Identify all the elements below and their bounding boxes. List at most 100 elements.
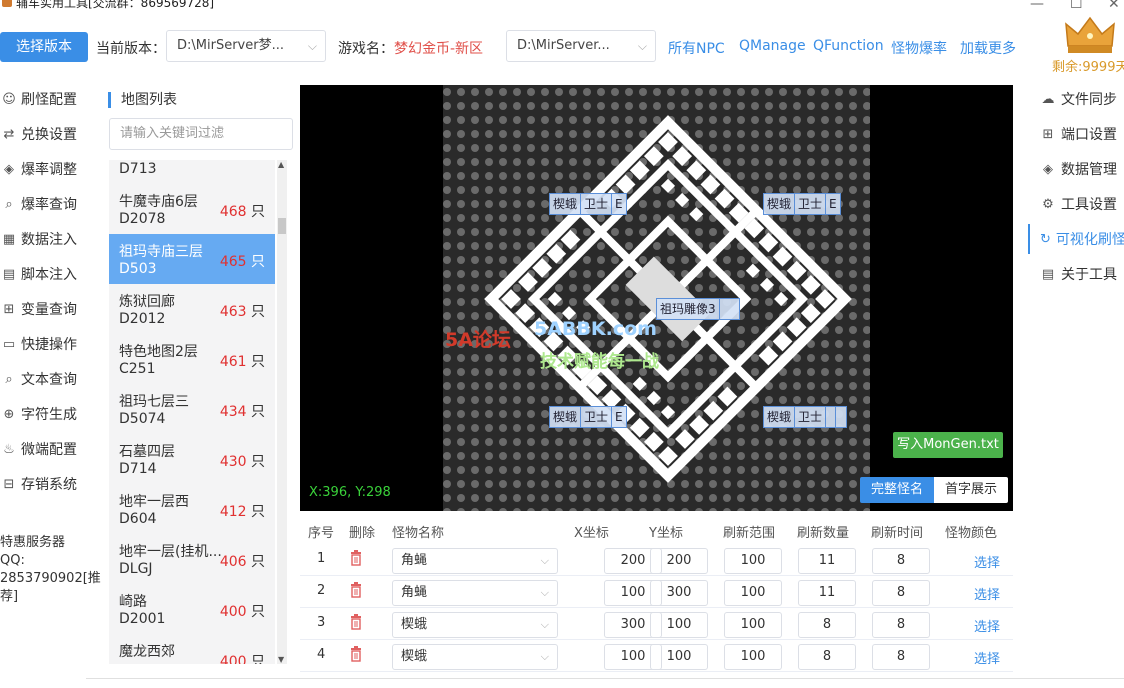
qty-input[interactable]: 11	[798, 580, 856, 606]
map-list-item[interactable]: 祖玛寺庙三层 D503 465 只	[109, 234, 275, 284]
map-list-item[interactable]: 祖玛七层三 D5074 434 只	[109, 384, 275, 434]
mode-first-char-button[interactable]: 首字展示	[934, 477, 1009, 503]
sidebar-item[interactable]: ▤ 脚本注入	[0, 259, 86, 289]
y-input[interactable]: 100	[650, 612, 708, 638]
monster-count-unit: 只	[246, 654, 265, 664]
mode-full-name-button[interactable]: 完整怪名	[860, 477, 935, 503]
link-all-npc[interactable]: 所有NPC	[668, 38, 725, 58]
y-input[interactable]: 200	[650, 548, 708, 574]
range-input[interactable]: 100	[724, 644, 782, 670]
watermark-slogan: 技术赋能每一战	[540, 352, 659, 372]
sidebar-item[interactable]: ▭ 快捷操作	[0, 329, 86, 359]
map-list-item[interactable]: 崎路 D2001 400 只	[109, 584, 275, 634]
map-list-item[interactable]: 地牢一层(挂机... DLGJ 406 只	[109, 534, 275, 584]
time-input[interactable]: 8	[872, 612, 930, 638]
sidebar-item[interactable]: ⇄ 兑换设置	[0, 119, 86, 149]
map-name: 地牢一层(挂机...	[119, 544, 222, 560]
trash-icon[interactable]	[350, 550, 362, 566]
range-input[interactable]: 100	[724, 548, 782, 574]
monster-name-select[interactable]: 楔蛾 ⌵	[392, 612, 558, 638]
maximize-icon[interactable]: ☐	[1070, 0, 1083, 12]
monster-label[interactable]: 楔蛾 卫士 E	[549, 193, 627, 215]
right-nav-item[interactable]: ⊞ 端口设置	[1028, 119, 1124, 149]
qty-input[interactable]: 8	[798, 612, 856, 638]
y-input[interactable]: 300	[650, 580, 708, 606]
map-canvas[interactable]: 5A论坛 5ABBK.com 技术赋能每一战 楔蛾 卫士 E 楔蛾 卫士 E 祖…	[300, 85, 1013, 511]
map-list-item[interactable]: 牛魔寺庙6层 D2078 468 只	[109, 184, 275, 234]
sidebar-item[interactable]: ◈ 爆率调整	[0, 154, 86, 184]
right-nav-item[interactable]: ↻ 可视化刷怪	[1028, 224, 1124, 254]
range-input[interactable]: 100	[724, 612, 782, 638]
qty-input[interactable]: 8	[798, 644, 856, 670]
sidebar-item[interactable]: ⌕ 爆率查询	[0, 189, 86, 219]
color-pick-link[interactable]: 选择	[974, 648, 1000, 667]
right-nav-item[interactable]: ⚙ 工具设置	[1028, 189, 1124, 219]
monster-label-name	[720, 299, 726, 319]
link-load-more[interactable]: 加载更多	[960, 38, 1016, 58]
close-icon[interactable]: ✕	[1108, 0, 1120, 12]
monster-count-unit: 只	[246, 504, 265, 520]
map-list-item[interactable]: 石墓四层 D714 430 只	[109, 434, 275, 484]
color-pick-link[interactable]: 选择	[974, 552, 1000, 571]
monster-count-value: 468	[219, 204, 247, 220]
sidebar-item[interactable]: ⊞ 变量查询	[0, 294, 86, 324]
monster-icon: ☺	[2, 92, 16, 107]
sidebar-item[interactable]: ⊟ 存销系统	[0, 469, 86, 499]
trash-icon[interactable]	[350, 582, 362, 598]
sidebar-item[interactable]: ⌕ 文本查询	[0, 364, 86, 394]
scroll-down-icon[interactable]: ▼	[278, 655, 284, 664]
monster-label[interactable]: 祖玛雕像3	[656, 298, 740, 320]
sidebar-item[interactable]: ⊕ 字符生成	[0, 399, 86, 429]
time-input[interactable]: 8	[872, 644, 930, 670]
time-input[interactable]: 8	[872, 548, 930, 574]
trash-icon[interactable]	[350, 614, 362, 630]
bottom-divider	[86, 678, 1124, 688]
link-monster-droprate[interactable]: 怪物爆率	[891, 38, 947, 58]
map-list-item[interactable]: D713	[109, 160, 275, 184]
sidebar-item[interactable]: ▦ 数据注入	[0, 224, 86, 254]
map-code: D2078	[119, 211, 166, 227]
map-list-item[interactable]: 魔龙西郊 400 只	[109, 634, 275, 664]
col-header-monster-name: 怪物名称	[392, 526, 445, 541]
right-nav-item[interactable]: ▤ 关于工具	[1028, 259, 1124, 289]
monster-label[interactable]: 楔蛾 卫士 E	[763, 193, 841, 215]
monster-count-value: 461	[219, 354, 247, 370]
link-qmanage[interactable]: QManage	[739, 38, 806, 54]
monster-name-select[interactable]: 楔蛾 ⌵	[392, 644, 558, 670]
range-input[interactable]: 100	[724, 580, 782, 606]
monster-label-name: 祖玛雕像3	[657, 299, 720, 319]
scroll-thumb[interactable]	[278, 218, 286, 234]
trash-icon[interactable]	[350, 646, 362, 662]
monster-name-value: 楔蛾	[401, 649, 428, 664]
sidebar-item[interactable]: ☺ 刷怪配置	[0, 84, 86, 114]
write-mongen-button[interactable]: 写入MonGen.txt	[893, 432, 1003, 458]
color-pick-link[interactable]: 选择	[974, 584, 1000, 603]
color-pick-link[interactable]: 选择	[974, 616, 1000, 635]
text-search-icon: ⌕	[5, 372, 13, 387]
minimize-icon[interactable]: —	[1030, 0, 1044, 12]
map-list-scrollbar[interactable]: ▲ ▼	[277, 160, 287, 664]
current-version-select[interactable]: D:\MirServer梦... ⌵	[166, 30, 326, 62]
right-nav-item[interactable]: ◈ 数据管理	[1028, 154, 1124, 184]
map-filter-input[interactable]: 请输入关键词过滤	[109, 118, 293, 150]
map-list-item[interactable]: 炼狱回廊 D2012 463 只	[109, 284, 275, 334]
scroll-up-icon[interactable]: ▲	[278, 160, 284, 169]
watermark-site: 5ABBK.com	[534, 318, 657, 340]
server-path-select[interactable]: D:\MirServer... ⌵	[506, 30, 656, 62]
right-nav-item[interactable]: ☁ 文件同步	[1028, 84, 1124, 114]
y-input[interactable]: 100	[650, 644, 708, 670]
time-input[interactable]: 8	[872, 580, 930, 606]
monster-label[interactable]: 楔蛾 卫士 E	[549, 406, 627, 428]
sidebar-item-label: 数据注入	[21, 232, 77, 248]
monster-name-select[interactable]: 角蝇 ⌵	[392, 548, 558, 574]
sidebar-item-label: 刷怪配置	[21, 92, 77, 108]
map-list-item[interactable]: 特色地图2层 C251 461 只	[109, 334, 275, 384]
monster-count-value: 463	[219, 304, 247, 320]
sidebar-item[interactable]: ♨ 微端配置	[0, 434, 86, 464]
monster-label[interactable]: 楔蛾 卫士	[763, 406, 847, 428]
map-list-item[interactable]: 地牢一层西 D604 412 只	[109, 484, 275, 534]
qty-input[interactable]: 11	[798, 548, 856, 574]
link-qfunction[interactable]: QFunction	[813, 38, 884, 54]
select-version-button[interactable]: 选择版本	[0, 32, 88, 62]
monster-name-select[interactable]: 角蝇 ⌵	[392, 580, 558, 606]
